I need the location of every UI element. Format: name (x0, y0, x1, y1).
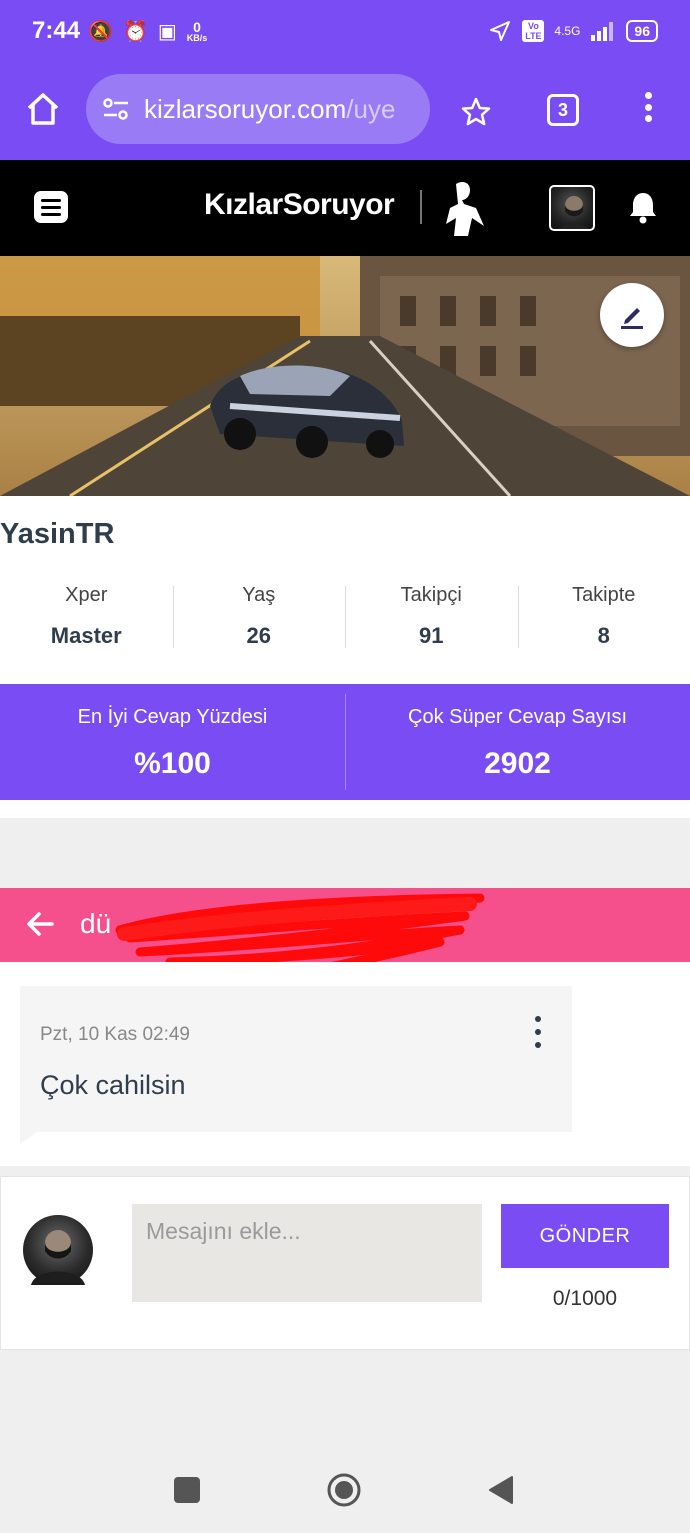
highlight-value: %100 (134, 747, 211, 780)
url-text: kizlarsoruyor.com/uye (144, 93, 396, 124)
location-icon (490, 21, 511, 41)
stat-label: Takipte (572, 584, 636, 606)
home-icon (27, 93, 59, 125)
user-avatar-button[interactable] (549, 185, 595, 231)
hd-icon: ▣ (157, 20, 177, 43)
cover-car-scene (0, 256, 690, 496)
edit-cover-button[interactable] (600, 283, 664, 347)
network-type: 4.5G (554, 24, 581, 38)
status-time: 7:44 (32, 17, 81, 44)
home-button[interactable] (24, 90, 62, 128)
message-list: Pzt, 10 Kas 02:49 Çok cahilsin (0, 962, 690, 1166)
message-input[interactable] (132, 1204, 482, 1302)
best-answer-percentage: En İyi Cevap Yüzdesi %100 (0, 684, 345, 800)
star-icon (461, 97, 491, 126)
volte-badge: Vo LTE (522, 20, 545, 42)
back-arrow-icon[interactable] (24, 908, 56, 940)
message-bubble[interactable]: Pzt, 10 Kas 02:49 Çok cahilsin (20, 986, 572, 1132)
send-button[interactable]: GÖNDER (501, 1204, 669, 1268)
stat-following[interactable]: Takipte 8 (517, 580, 690, 650)
pencil-icon (621, 308, 643, 329)
browser-toolbar: kizlarsoruyor.com/uye 3 (0, 62, 690, 160)
highlight-value: 2902 (484, 747, 551, 780)
stat-label: Takipçi (400, 584, 462, 606)
home-circle-icon[interactable] (326, 1472, 362, 1508)
profile-username: YasinTR (0, 518, 115, 550)
message-composer: GÖNDER 0/1000 (0, 1176, 690, 1350)
alarm-icon: ⏰ (122, 20, 148, 43)
highlight-label: Çok Süper Cevap Sayısı (408, 706, 627, 728)
hamburger-menu-button[interactable] (34, 191, 68, 223)
chat-partner-name: dü (80, 908, 112, 939)
super-answer-count: Çok Süper Cevap Sayısı 2902 (345, 684, 690, 800)
avatar (23, 1215, 93, 1285)
bubble-tail (20, 1130, 40, 1144)
status-icons: 🔕 ⏰ ▣ 0 KB/s (88, 19, 207, 44)
profile-panel: YasinTR Xper Master Yaş 26 Takipçi 91 Ta… (0, 496, 690, 684)
recent-apps-button[interactable] (174, 1477, 200, 1503)
stat-value: 26 (246, 623, 271, 648)
status-bar: 7:44 🔕 ⏰ ▣ 0 KB/s Vo LTE 4.5G 96 (0, 0, 690, 62)
system-navigation-bar (0, 1440, 690, 1533)
character-counter: 0/1000 (552, 1287, 618, 1310)
stat-value: 91 (419, 623, 444, 648)
address-bar[interactable]: kizlarsoruyor.com/uye (86, 74, 430, 144)
mute-notification-icon: 🔕 (88, 20, 113, 43)
bookmark-button[interactable] (458, 94, 494, 130)
battery-indicator: 96 (626, 20, 658, 42)
composer-divider (0, 1166, 690, 1176)
profile-highlights: En İyi Cevap Yüzdesi %100 Çok Süper Ceva… (0, 684, 690, 800)
site-settings-icon[interactable] (102, 97, 130, 121)
profile-stats: Xper Master Yaş 26 Takipçi 91 Takipte 8 (0, 580, 690, 650)
more-vert-icon (644, 92, 652, 122)
profile-cover-image (0, 256, 690, 496)
message-options-icon[interactable] (528, 1014, 548, 1050)
ataturk-silhouette-icon (446, 182, 484, 236)
tab-switcher-button[interactable]: 3 (547, 94, 579, 126)
notification-bell-icon[interactable] (628, 190, 658, 224)
browser-menu-button[interactable] (638, 92, 658, 128)
message-timestamp: Pzt, 10 Kas 02:49 (40, 1024, 190, 1045)
stat-value: Master (50, 623, 122, 648)
stat-age: Yaş 26 (172, 580, 346, 650)
stat-followers[interactable]: Takipçi 91 (345, 580, 518, 650)
section-divider (0, 800, 690, 818)
highlight-label: En İyi Cevap Yüzdesi (77, 706, 268, 728)
site-logo[interactable]: KızlarSoruyor (204, 188, 395, 222)
stat-label: Yaş (242, 584, 276, 606)
site-header: KızlarSoruyor (0, 160, 690, 256)
stat-value: 8 (597, 623, 610, 648)
stat-xper: Xper Master (0, 580, 173, 650)
logo-divider (420, 190, 422, 224)
stat-label: Xper (65, 584, 108, 606)
message-text: Çok cahilsin (40, 1070, 186, 1100)
data-speed: 0 KB/s (186, 18, 208, 43)
back-triangle-icon[interactable] (486, 1474, 516, 1506)
status-right: Vo LTE 4.5G 96 (488, 19, 658, 43)
signal-icon (591, 22, 614, 41)
